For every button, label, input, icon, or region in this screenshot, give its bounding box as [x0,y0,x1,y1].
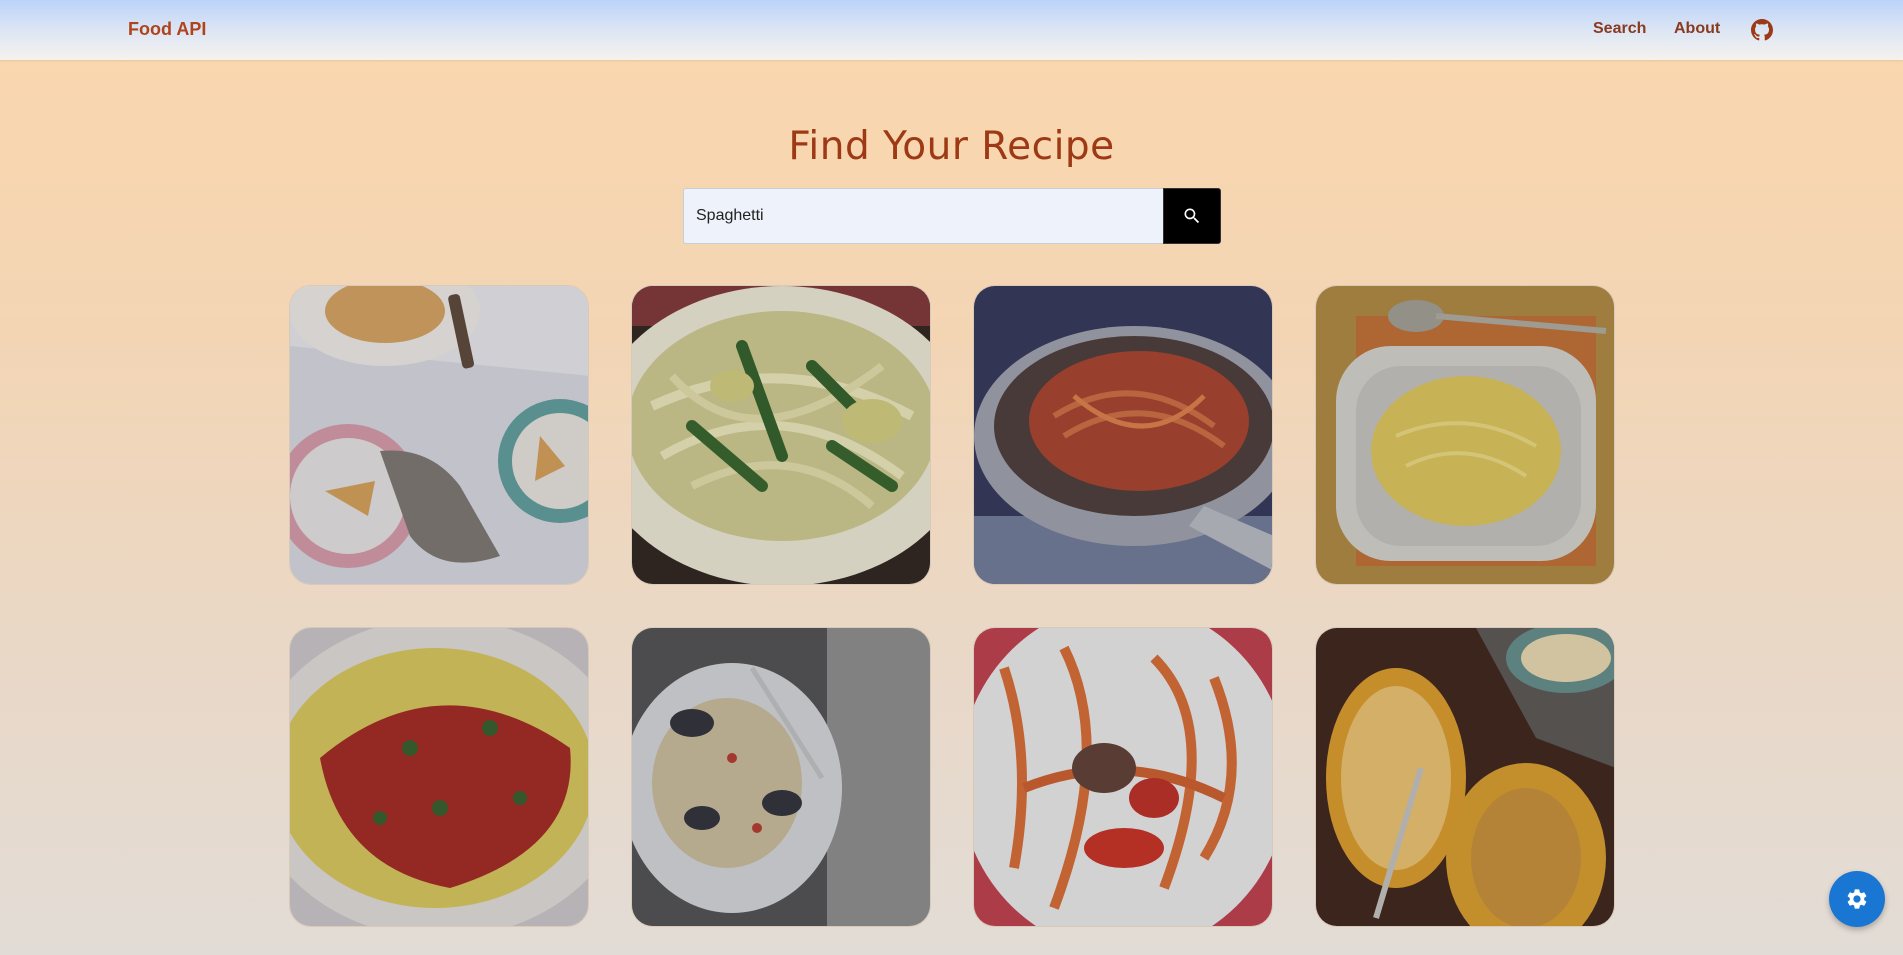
recipe-card-1[interactable] [289,285,589,585]
recipe-image [632,628,930,926]
nav-link-search[interactable]: Search [1593,20,1646,38]
recipe-image [1316,286,1614,584]
recipe-card-3[interactable] [973,285,1273,585]
recipe-image [290,628,588,926]
recipe-card-2[interactable] [631,285,931,585]
search-bar [683,188,1221,244]
gear-icon [1847,889,1867,909]
recipe-card-8[interactable] [1315,627,1615,927]
recipe-image [1316,628,1614,926]
recipe-card-4[interactable] [1315,285,1615,585]
search-icon [1184,208,1200,224]
brand-link[interactable]: Food API [128,19,206,40]
search-input[interactable] [683,188,1163,244]
recipe-image [974,628,1272,926]
recipe-card-6[interactable] [631,627,931,927]
navbar: Food API Search About [0,0,1903,60]
page-title: Find Your Recipe [788,124,1115,169]
recipe-image [290,286,588,584]
recipe-image [974,286,1272,584]
recipe-image [632,286,930,584]
recipe-card-7[interactable] [973,627,1273,927]
search-button[interactable] [1163,188,1221,244]
nav-link-about[interactable]: About [1674,20,1720,38]
settings-button[interactable] [1829,871,1885,927]
recipe-card-5[interactable] [289,627,589,927]
github-icon[interactable] [1751,19,1773,41]
